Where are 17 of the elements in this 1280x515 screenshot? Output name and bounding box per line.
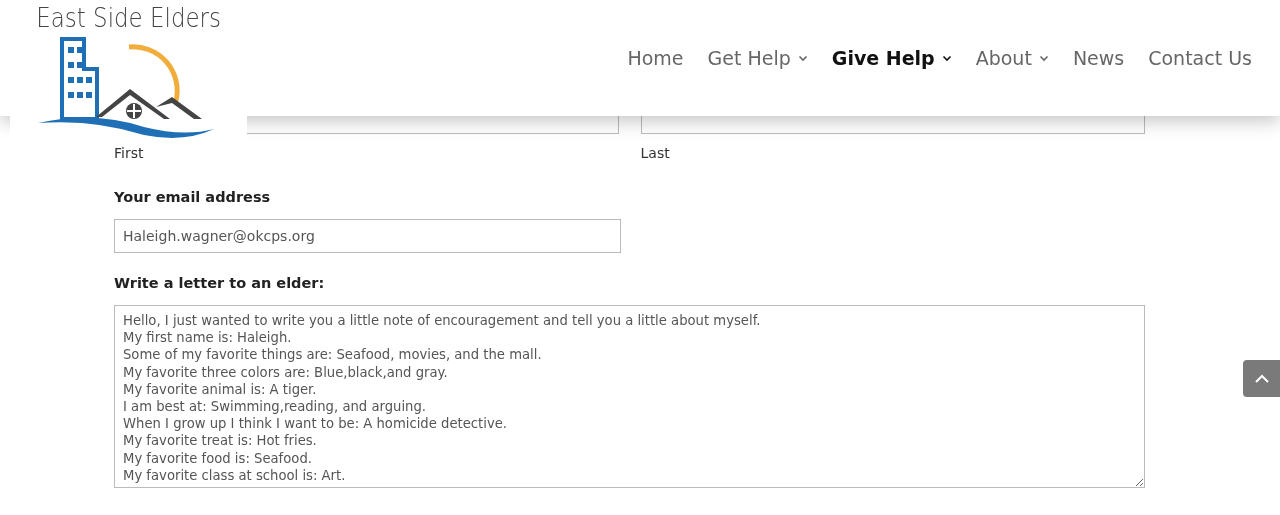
nav-link[interactable]: Give Help (831, 47, 952, 69)
nav-link[interactable]: Get Help (707, 47, 808, 69)
scroll-top-button[interactable] (1243, 360, 1280, 397)
field-sublabel: Last (640, 145, 671, 161)
letter-textarea[interactable]: Hello, I just wanted to write you a little note of encouragement and tell you a little about myself. My first name is: Haleigh. Some of my favorite things are: Seafood, movies, and the mall. My favorite three colors are: Blue,black,and gray. My favorite animal is: A tiger. I am best at: Swimming,reading, and arguing. When I grow up I think I want to be: A homicide detective. My favorite treat is: Hot fries. My favorite food is: Seafood. My favorite class at school is: Art. (114, 305, 1145, 488)
first-name-field[interactable] (247, 116, 619, 134)
field-sublabel: First (114, 145, 145, 161)
nav-link[interactable]: News (1072, 47, 1125, 69)
field-label: Your email address (114, 189, 272, 205)
last-name-field[interactable] (640, 116, 1145, 134)
nav-link[interactable]: About (975, 47, 1049, 69)
chevron-up-icon (1253, 373, 1270, 384)
email-field[interactable]: Haleigh.wagner@okcps.org (114, 219, 621, 253)
nav-link[interactable]: Contact Us (1148, 47, 1252, 69)
logo-title: East Side Elders (36, 2, 221, 33)
field-label: Write a letter to an elder: (114, 275, 326, 291)
nav-link[interactable]: Home (627, 47, 684, 69)
